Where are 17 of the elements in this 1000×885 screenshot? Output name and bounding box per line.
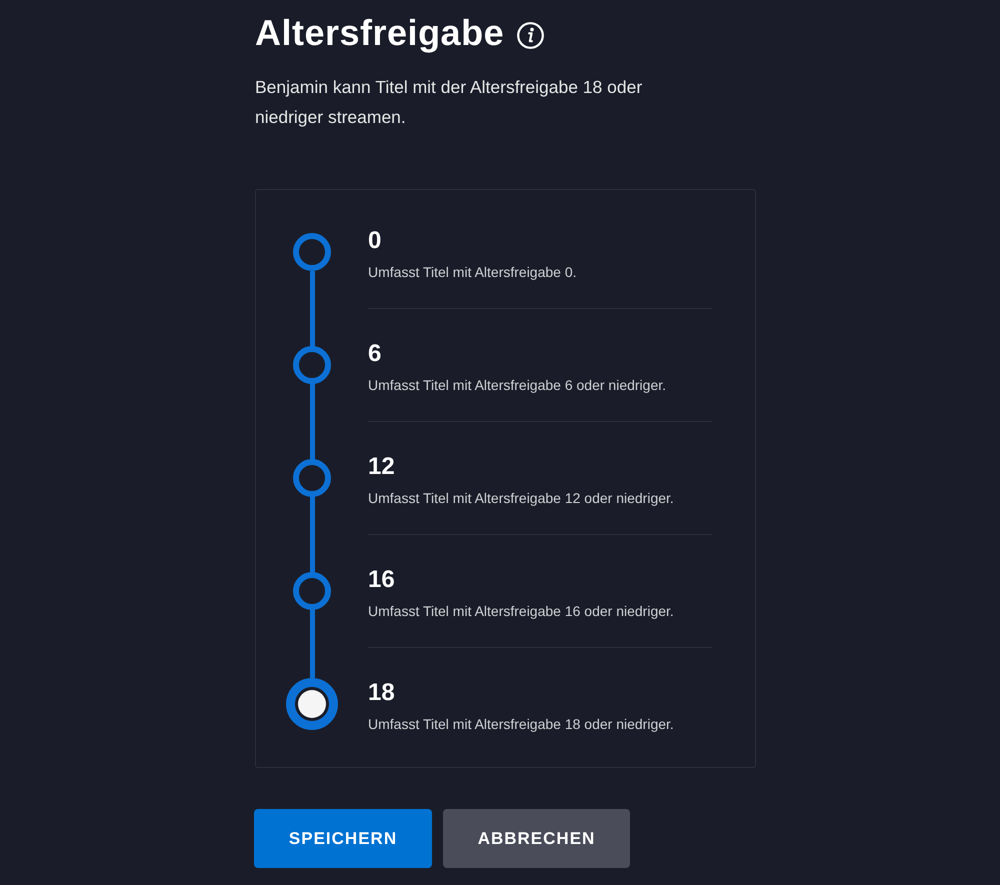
radio-button[interactable] bbox=[286, 678, 338, 730]
rating-description: Umfasst Titel mit Altersfreigabe 12 oder niedriger. bbox=[368, 489, 674, 507]
radio-button[interactable] bbox=[293, 233, 331, 271]
rating-description: Umfasst Titel mit Altersfreigabe 16 oder niedriger. bbox=[368, 602, 674, 620]
page-title: Altersfreigabe bbox=[255, 12, 504, 54]
rating-description: Umfasst Titel mit Altersfreigabe 0. bbox=[368, 263, 577, 281]
rating-label: 12 bbox=[368, 453, 395, 481]
rating-description: Umfasst Titel mit Altersfreigabe 6 oder niedriger. bbox=[368, 376, 666, 394]
description-text: Benjamin kann Titel mit der Altersfreigabe 18 oder niedriger streamen. bbox=[255, 76, 644, 129]
rating-label: 6 bbox=[368, 340, 382, 368]
rating-label: 16 bbox=[368, 566, 395, 594]
info-icon[interactable] bbox=[517, 22, 544, 48]
rating-label: 0 bbox=[368, 227, 382, 255]
rating-label: 18 bbox=[368, 679, 395, 707]
rating-description: Umfasst Titel mit Altersfreigabe 18 oder niedriger. bbox=[368, 715, 674, 733]
save-button[interactable]: SPEICHERN bbox=[254, 809, 432, 868]
cancel-button[interactable]: ABBRECHEN bbox=[443, 809, 630, 868]
